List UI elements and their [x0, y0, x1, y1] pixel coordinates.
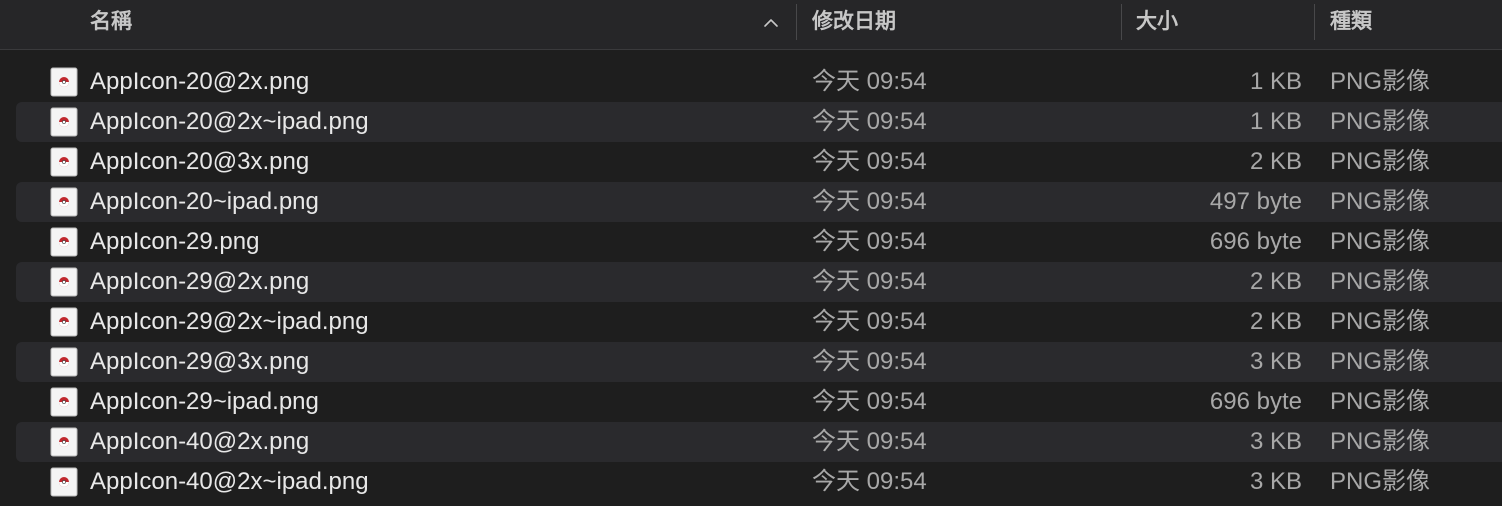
file-row[interactable]: AppIcon-20@2x~ipad.png 今天 09:54 1 KB PNG… — [0, 102, 1502, 142]
file-kind: PNG影像 — [1330, 388, 1431, 415]
file-name: AppIcon-29@3x.png — [90, 348, 310, 375]
file-date: 今天 09:54 — [812, 308, 927, 335]
file-size: 696 byte — [1209, 228, 1302, 255]
file-kind: PNG影像 — [1330, 68, 1431, 95]
file-name: AppIcon-29~ipad.png — [90, 388, 319, 415]
file-row[interactable]: AppIcon-20@3x.png 今天 09:54 2 KB PNG影像 — [0, 142, 1502, 182]
file-kind: PNG影像 — [1330, 108, 1431, 135]
column-header-date[interactable]: 修改日期 — [812, 0, 896, 44]
file-row[interactable]: AppIcon-20@2x.png 今天 09:54 1 KB PNG影像 — [0, 62, 1502, 102]
file-date: 今天 09:54 — [812, 68, 927, 95]
file-kind: PNG影像 — [1330, 148, 1431, 175]
file-date: 今天 09:54 — [812, 348, 927, 375]
file-row[interactable]: AppIcon-29@3x.png 今天 09:54 3 KB PNG影像 — [0, 342, 1502, 382]
png-file-icon — [50, 67, 78, 97]
file-name: AppIcon-20@3x.png — [90, 148, 310, 175]
file-kind: PNG影像 — [1330, 268, 1431, 295]
png-file-icon — [50, 347, 78, 377]
file-kind: PNG影像 — [1330, 308, 1431, 335]
file-name: AppIcon-29@2x~ipad.png — [90, 308, 369, 335]
file-date: 今天 09:54 — [812, 228, 927, 255]
file-kind: PNG影像 — [1330, 188, 1431, 215]
file-date: 今天 09:54 — [812, 468, 927, 495]
column-divider[interactable] — [1314, 4, 1315, 40]
file-row[interactable]: AppIcon-29~ipad.png 今天 09:54 696 byte PN… — [0, 382, 1502, 422]
file-name: AppIcon-29@2x.png — [90, 268, 310, 295]
file-size: 696 byte — [1209, 388, 1302, 415]
png-file-icon — [50, 227, 78, 257]
file-row[interactable]: AppIcon-29@2x.png 今天 09:54 2 KB PNG影像 — [0, 262, 1502, 302]
column-header-size[interactable]: 大小 — [1136, 0, 1178, 44]
file-kind: PNG影像 — [1330, 428, 1431, 455]
file-row[interactable]: AppIcon-40@2x.png 今天 09:54 3 KB PNG影像 — [0, 422, 1502, 462]
column-divider[interactable] — [796, 4, 797, 40]
file-date: 今天 09:54 — [812, 428, 927, 455]
file-size: 3 KB — [1249, 468, 1302, 495]
file-size: 497 byte — [1209, 188, 1302, 215]
file-name: AppIcon-29.png — [90, 228, 260, 255]
column-header-name[interactable]: 名稱 — [90, 0, 132, 44]
file-size: 1 KB — [1249, 68, 1302, 95]
file-name: AppIcon-20@2x~ipad.png — [90, 108, 369, 135]
png-file-icon — [50, 427, 78, 457]
png-file-icon — [50, 307, 78, 337]
column-header-kind[interactable]: 種類 — [1330, 0, 1372, 44]
column-header-bar: 名稱 修改日期 大小 種類 — [0, 0, 1502, 50]
file-row[interactable]: AppIcon-29@2x~ipad.png 今天 09:54 2 KB PNG… — [0, 302, 1502, 342]
file-date: 今天 09:54 — [812, 108, 927, 135]
file-kind: PNG影像 — [1330, 228, 1431, 255]
file-name: AppIcon-20@2x.png — [90, 68, 310, 95]
file-date: 今天 09:54 — [812, 388, 927, 415]
file-row[interactable]: AppIcon-29.png 今天 09:54 696 byte PNG影像 — [0, 222, 1502, 262]
file-size: 2 KB — [1249, 148, 1302, 175]
png-file-icon — [50, 467, 78, 497]
file-size: 3 KB — [1249, 348, 1302, 375]
file-name: AppIcon-20~ipad.png — [90, 188, 319, 215]
chevron-up-icon[interactable] — [762, 14, 780, 32]
file-size: 3 KB — [1249, 428, 1302, 455]
file-kind: PNG影像 — [1330, 348, 1431, 375]
file-name: AppIcon-40@2x.png — [90, 428, 310, 455]
file-date: 今天 09:54 — [812, 148, 927, 175]
file-row[interactable]: AppIcon-40@2x~ipad.png 今天 09:54 3 KB PNG… — [0, 462, 1502, 502]
file-size: 2 KB — [1249, 308, 1302, 335]
file-size: 2 KB — [1249, 268, 1302, 295]
file-date: 今天 09:54 — [812, 188, 927, 215]
png-file-icon — [50, 267, 78, 297]
file-kind: PNG影像 — [1330, 468, 1431, 495]
file-size: 1 KB — [1249, 108, 1302, 135]
png-file-icon — [50, 147, 78, 177]
file-name: AppIcon-40@2x~ipad.png — [90, 468, 369, 495]
file-row[interactable]: AppIcon-20~ipad.png 今天 09:54 497 byte PN… — [0, 182, 1502, 222]
file-date: 今天 09:54 — [812, 268, 927, 295]
png-file-icon — [50, 387, 78, 417]
column-divider[interactable] — [1121, 4, 1122, 40]
png-file-icon — [50, 187, 78, 217]
file-list: AppIcon-20@2x.png 今天 09:54 1 KB PNG影像 Ap… — [0, 62, 1502, 502]
png-file-icon — [50, 107, 78, 137]
